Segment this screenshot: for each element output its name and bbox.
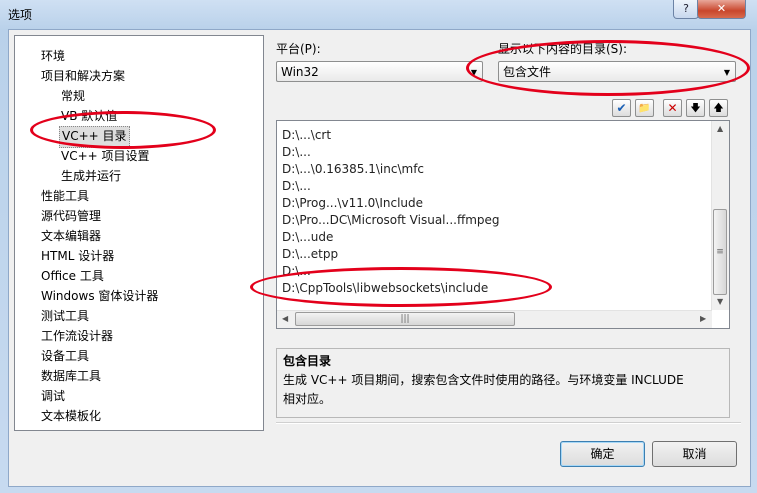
- tree-item[interactable]: 工作流设计器: [39, 326, 115, 346]
- tree-item[interactable]: Office 工具: [39, 266, 106, 286]
- title-bar[interactable]: 选项 ? ✕: [0, 0, 757, 28]
- chevron-down-icon: ▼: [723, 68, 730, 77]
- description-panel: 包含目录 生成 VC++ 项目期间，搜索包含文件时使用的路径。与环境变量 INC…: [276, 348, 730, 418]
- tree-item[interactable]: 测试工具: [39, 306, 91, 326]
- directory-row[interactable]: D:\CppTools\libwebsockets\include: [282, 280, 488, 297]
- chevron-down-icon: ▼: [470, 68, 477, 77]
- arrow-down-icon: 🡇: [690, 103, 701, 114]
- tree-item[interactable]: 文本模板化: [39, 406, 103, 426]
- scroll-left-icon[interactable]: ◀: [282, 314, 288, 323]
- directory-list[interactable]: ▲ ≡ ▼ ◀ ||| ▶ D:\...\crt D:\... D:\...\0.1…: [276, 120, 730, 329]
- directory-row[interactable]: D:\...\0.16385.1\inc\mfc: [282, 161, 424, 178]
- show-dirs-label: 显示以下内容的目录(S):: [498, 42, 628, 56]
- delete-button[interactable]: ✕: [663, 99, 682, 117]
- help-button[interactable]: ?: [673, 0, 699, 19]
- directory-row[interactable]: D:\...\crt: [282, 127, 331, 144]
- horizontal-scroll-thumb[interactable]: |||: [295, 312, 515, 326]
- horizontal-scrollbar[interactable]: ◀ ||| ▶: [277, 310, 712, 328]
- tree-item[interactable]: 源代码管理: [39, 206, 103, 226]
- tree-item[interactable]: 性能工具: [39, 186, 91, 206]
- platform-label: 平台(P):: [276, 42, 321, 56]
- directory-row[interactable]: D:\...: [282, 263, 311, 280]
- checkmark-icon: ✔: [616, 101, 627, 115]
- move-up-button[interactable]: 🡅: [709, 99, 728, 117]
- platform-value: Win32: [281, 65, 319, 79]
- scroll-down-icon[interactable]: ▼: [717, 297, 723, 306]
- directory-row[interactable]: D:\Pro...DC\Microsoft Visual...ffmpeg: [282, 212, 500, 229]
- tree-item[interactable]: 调试: [39, 386, 67, 406]
- tree-item[interactable]: HTML 设计器: [39, 246, 116, 266]
- tree-item[interactable]: 文本编辑器: [39, 226, 103, 246]
- arrow-up-icon: 🡅: [713, 103, 724, 114]
- tree-item[interactable]: 环境: [39, 46, 67, 66]
- show-dirs-value: 包含文件: [503, 65, 552, 79]
- tree-item[interactable]: 项目和解决方案: [39, 66, 127, 86]
- directory-row[interactable]: D:\Prog...\v11.0\Include: [282, 195, 423, 212]
- tree-item[interactable]: 设备工具: [39, 346, 91, 366]
- scroll-right-icon[interactable]: ▶: [700, 314, 706, 323]
- window-title: 选项: [8, 8, 33, 22]
- delete-icon: ✕: [667, 101, 678, 115]
- tree-item[interactable]: 生成并运行: [59, 166, 123, 186]
- tree-item[interactable]: VC++ 项目设置: [59, 146, 152, 166]
- ok-button[interactable]: 确定: [560, 441, 645, 467]
- new-line-button[interactable]: ✔: [612, 99, 631, 117]
- divider: [276, 422, 741, 424]
- move-down-button[interactable]: 🡇: [686, 99, 705, 117]
- directory-row[interactable]: D:\...ude: [282, 229, 333, 246]
- dialog-client-area: 环境 项目和解决方案 常规 VB 默认值 VC++ 目录 VC++ 项目设置 生成并运行 性能…: [8, 29, 751, 487]
- description-title: 包含目录: [283, 354, 332, 368]
- tree-item[interactable]: Windows 窗体设计器: [39, 286, 160, 306]
- platform-select[interactable]: Win32 ▼: [276, 61, 483, 82]
- directory-row[interactable]: D:\...etpp: [282, 246, 338, 263]
- folder-icon: 📁: [638, 103, 651, 114]
- tree-item[interactable]: VC++ 目录: [59, 126, 130, 148]
- vertical-scrollbar[interactable]: ▲ ≡ ▼: [711, 121, 729, 310]
- tree-item[interactable]: VB 默认值: [59, 106, 119, 126]
- browse-folder-button[interactable]: 📁: [635, 99, 654, 117]
- cancel-button[interactable]: 取消: [652, 441, 737, 467]
- vertical-scroll-thumb[interactable]: ≡: [713, 209, 727, 295]
- close-button[interactable]: ✕: [697, 0, 746, 19]
- scroll-up-icon[interactable]: ▲: [717, 124, 723, 133]
- tree-item[interactable]: 常规: [59, 86, 87, 106]
- description-text: 生成 VC++ 项目期间，搜索包含文件时使用的路径。与环境变量 INCLUDE …: [283, 373, 684, 406]
- tree-item[interactable]: 数据库工具: [39, 366, 103, 386]
- options-dialog: 选项 ? ✕ 环境 项目和解决方案 常规 VB 默认值 VC++ 目录 VC++ 项目设置…: [0, 0, 757, 493]
- directory-row[interactable]: D:\...: [282, 144, 311, 161]
- directory-row[interactable]: D:\...: [282, 178, 311, 195]
- show-dirs-select[interactable]: 包含文件 ▼: [498, 61, 736, 82]
- category-tree[interactable]: 环境 项目和解决方案 常规 VB 默认值 VC++ 目录 VC++ 项目设置 生成并运行 性能…: [14, 35, 264, 431]
